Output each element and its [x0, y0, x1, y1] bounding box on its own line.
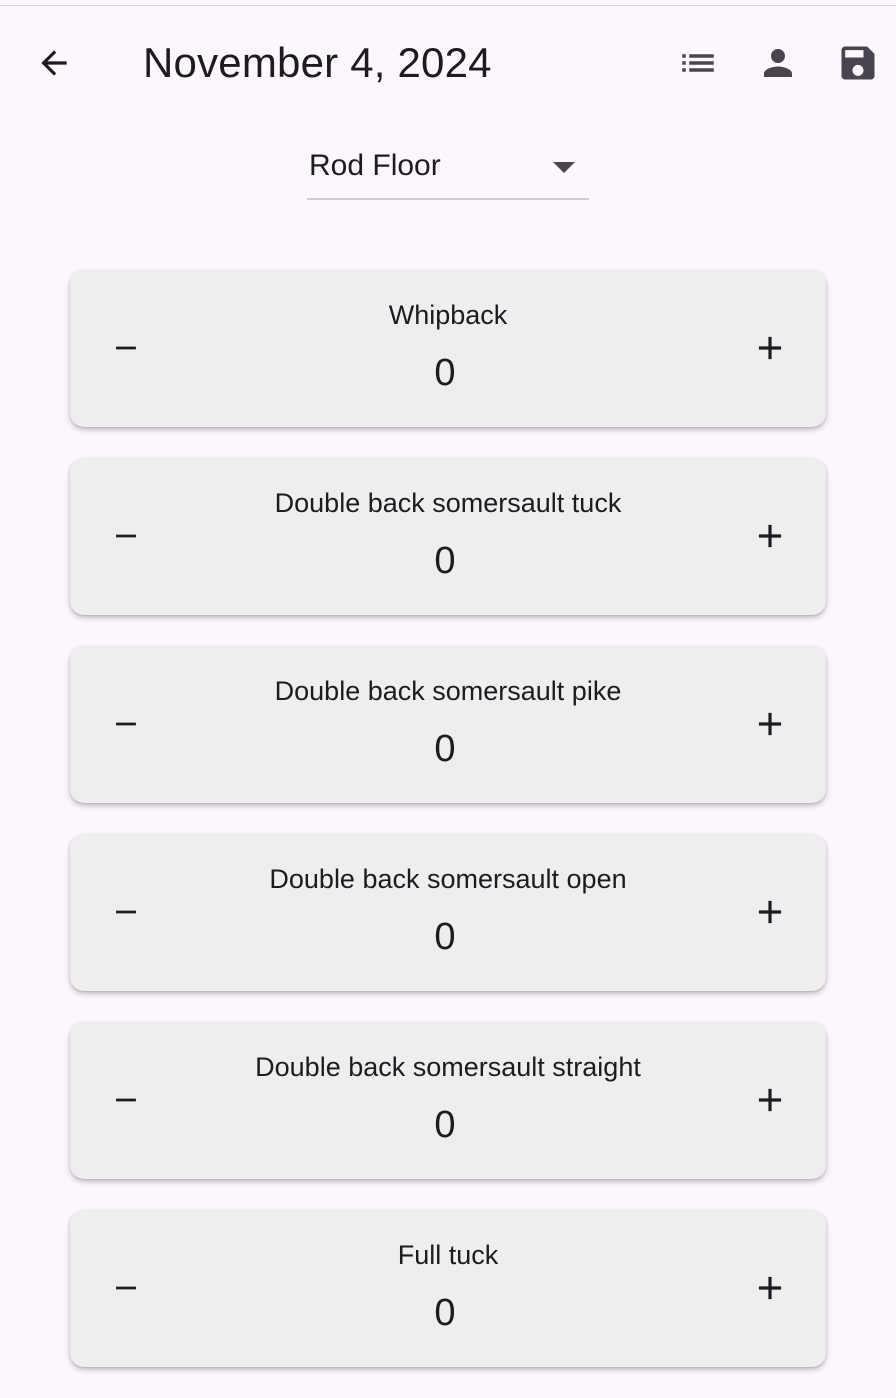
skill-name: Double back somersault pike [274, 676, 622, 706]
plus-icon [758, 1088, 782, 1112]
increment-button[interactable] [742, 1260, 798, 1316]
plus-icon [758, 524, 782, 548]
skill-card: Whipback 0 [70, 270, 826, 427]
list-button[interactable] [670, 35, 726, 91]
skill-list: Whipback 0 Double back somersault tuck 0 Dou… [70, 270, 826, 1398]
skill-count: 0 [434, 1104, 456, 1146]
increment-button[interactable] [742, 508, 798, 564]
skill-card: Full tuck 0 [70, 1210, 826, 1367]
arrow-back-icon [41, 50, 67, 76]
skill-name: Double back somersault straight [255, 1052, 641, 1082]
plus-icon [758, 336, 782, 360]
skill-card: Double back somersault pike 0 [70, 646, 826, 803]
list-icon [682, 54, 714, 72]
app-bar: November 4, 2024 [0, 7, 896, 117]
dropdown-arrow-icon [553, 162, 575, 173]
skill-card: Double back somersault straight 0 [70, 1022, 826, 1179]
skill-name: Double back somersault open [269, 864, 627, 894]
dropdown-value: Rod Floor [309, 149, 441, 182]
increment-button[interactable] [742, 1072, 798, 1128]
skill-count: 0 [434, 916, 456, 958]
skill-count: 0 [434, 728, 456, 770]
skill-count: 0 [434, 1292, 456, 1334]
increment-button[interactable] [742, 320, 798, 376]
back-button[interactable] [26, 35, 82, 91]
page-title: November 4, 2024 [143, 39, 492, 86]
skill-name: Double back somersault tuck [274, 488, 622, 518]
skill-count: 0 [434, 352, 456, 394]
person-icon [764, 49, 792, 77]
increment-button[interactable] [742, 696, 798, 752]
save-icon [841, 46, 875, 80]
skill-card: Double back somersault open 0 [70, 834, 826, 991]
skill-name: Full tuck [397, 1240, 499, 1270]
plus-icon [758, 1276, 782, 1300]
save-button[interactable] [830, 35, 886, 91]
apparatus-dropdown[interactable]: Rod Floor [307, 140, 589, 200]
skill-name: Whipback [388, 300, 508, 330]
profile-button[interactable] [750, 35, 806, 91]
status-divider [0, 0, 896, 6]
plus-icon [758, 712, 782, 736]
increment-button[interactable] [742, 884, 798, 940]
skill-card: Double back somersault tuck 0 [70, 458, 826, 615]
skill-count: 0 [434, 540, 456, 582]
plus-icon [758, 900, 782, 924]
